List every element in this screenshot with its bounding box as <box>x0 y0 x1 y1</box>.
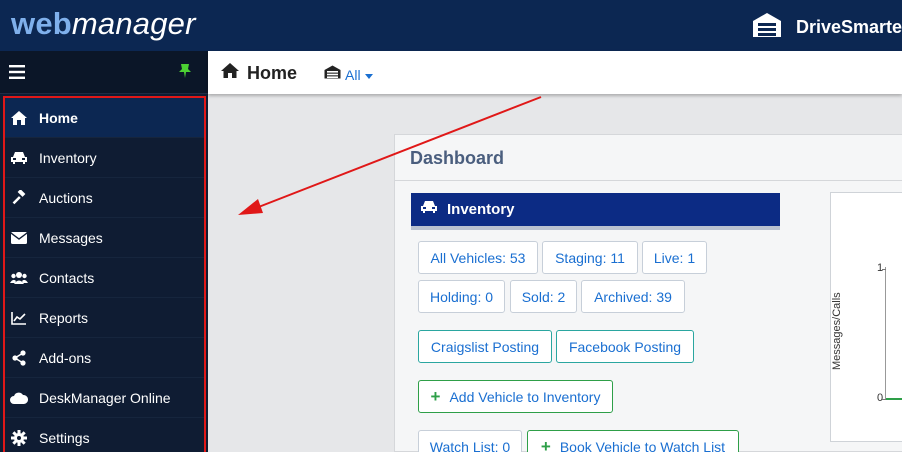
add-vehicle-label: Add Vehicle to Inventory <box>449 388 601 405</box>
watch-list-button[interactable]: Watch List: 0 <box>418 430 522 452</box>
chart-series-line <box>886 398 902 400</box>
live-button[interactable]: Live: 1 <box>642 241 707 274</box>
sidebar-item-settings[interactable]: Settings <box>5 418 204 452</box>
sidebar-item-label: DeskManager Online <box>39 389 171 406</box>
add-vehicle-button[interactable]: + Add Vehicle to Inventory <box>418 380 613 413</box>
sidebar-item-label: Home <box>39 109 78 126</box>
envelope-icon <box>10 229 28 247</box>
sidebar-item-deskmanager[interactable]: DeskManager Online <box>5 378 204 418</box>
home-icon <box>220 62 240 84</box>
sidebar-item-messages[interactable]: Messages <box>5 218 204 258</box>
breadcrumb: Home <box>220 62 297 84</box>
sidebar-item-inventory[interactable]: Inventory <box>5 138 204 178</box>
gavel-icon <box>10 189 28 207</box>
archived-button[interactable]: Archived: 39 <box>581 280 685 313</box>
garage-icon <box>752 12 782 43</box>
garage-icon <box>324 65 341 84</box>
book-vehicle-button[interactable]: + Book Vehicle to Watch List <box>527 430 739 452</box>
sidebar-item-addons[interactable]: Add-ons <box>5 338 204 378</box>
plus-icon: + <box>430 386 441 406</box>
sidebar-menu: Home Inventory Auctions Messages Contact… <box>3 96 206 452</box>
hamburger-menu-icon[interactable] <box>9 65 25 84</box>
car-icon <box>420 200 438 219</box>
dashboard-panel: Dashboard Inventory All Vehicles: 53 Sta… <box>394 134 902 452</box>
facebook-posting-button[interactable]: Facebook Posting <box>556 330 694 363</box>
craigslist-posting-button[interactable]: Craigslist Posting <box>418 330 552 363</box>
sidebar-item-home[interactable]: Home <box>5 98 204 138</box>
sidebar-item-label: Messages <box>39 229 103 246</box>
chart-y-axis <box>885 267 886 400</box>
sold-button[interactable]: Sold: 2 <box>510 280 577 313</box>
sidebar-item-reports[interactable]: Reports <box>5 298 204 338</box>
sidebar-item-label: Auctions <box>39 189 93 206</box>
page-title: Home <box>247 62 298 83</box>
book-vehicle-label: Book Vehicle to Watch List <box>559 438 726 452</box>
divider <box>395 180 902 181</box>
line-chart-icon <box>10 309 28 327</box>
brand-name: DriveSmarter <box>796 17 902 37</box>
share-icon <box>10 349 28 367</box>
car-icon <box>10 149 28 167</box>
chart-tick-mark <box>882 269 886 270</box>
sidebar-item-auctions[interactable]: Auctions <box>5 178 204 218</box>
gear-icon <box>10 429 28 447</box>
top-bar: webmanager DriveSmarter <box>0 0 902 51</box>
inventory-widget-title: Inventory <box>447 201 515 218</box>
sidebar-item-label: Settings <box>39 429 90 446</box>
chart-y-tick: 0 <box>877 392 884 404</box>
holding-button[interactable]: Holding: 0 <box>418 280 505 313</box>
users-icon <box>10 269 28 287</box>
chart-y-axis-label: Messages/Calls <box>831 292 843 370</box>
sidebar-item-contacts[interactable]: Contacts <box>5 258 204 298</box>
sidebar: Home Inventory Auctions Messages Contact… <box>0 51 208 452</box>
staging-button[interactable]: Staging: 11 <box>542 241 638 274</box>
inventory-widget-header: Inventory <box>411 193 780 230</box>
cloud-icon <box>10 389 28 407</box>
sidebar-header <box>0 51 208 94</box>
dashboard-title: Dashboard <box>410 148 505 168</box>
sidebar-item-label: Inventory <box>39 149 97 166</box>
dealer-brand[interactable]: DriveSmarter <box>752 12 902 43</box>
all-vehicles-button[interactable]: All Vehicles: 53 <box>418 241 538 274</box>
chart-y-tick: 1 <box>877 262 884 274</box>
sidebar-item-label: Contacts <box>39 269 95 286</box>
pin-icon[interactable] <box>178 63 192 84</box>
home-icon <box>10 109 28 127</box>
location-filter-value: All <box>345 66 361 83</box>
caret-down-icon <box>364 66 373 84</box>
location-filter-dropdown[interactable]: All <box>324 65 373 84</box>
sidebar-item-label: Add-ons <box>39 349 92 366</box>
app-logo[interactable]: webmanager <box>11 6 196 42</box>
plus-icon: + <box>540 436 551 452</box>
page-header: Home All <box>208 51 902 94</box>
sidebar-item-label: Reports <box>39 309 89 326</box>
